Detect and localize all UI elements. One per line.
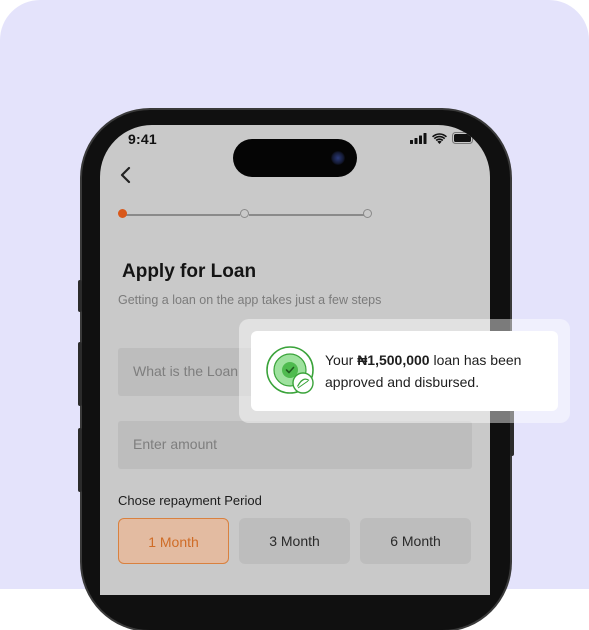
amount-placeholder: Enter amount [133, 436, 218, 452]
page-title: Apply for Loan [122, 261, 257, 282]
success-toast[interactable]: Your ₦1,500,000 loan has been approved a… [251, 331, 558, 411]
amount-field[interactable]: Enter amount [118, 421, 472, 469]
status-icons [410, 132, 476, 144]
page-subtitle: Getting a loan on the app takes just a f… [118, 293, 382, 307]
side-button [78, 280, 82, 312]
volume-down-button [78, 428, 82, 492]
period-option-1-month[interactable]: 1 Month [118, 518, 229, 564]
repayment-label: Chose repayment Period [118, 493, 262, 508]
toast-message: Your ₦1,500,000 loan has been approved a… [325, 349, 547, 393]
period-option-3-month[interactable]: 3 Month [239, 518, 350, 564]
step-dot [363, 209, 372, 218]
toast-amount: ₦1,500,000 [357, 352, 430, 368]
volume-up-button [78, 342, 82, 406]
stepper-line [126, 214, 240, 216]
status-time: 9:41 [128, 131, 157, 147]
progress-stepper [118, 209, 374, 221]
battery-icon [452, 132, 476, 144]
step-dot [240, 209, 249, 218]
toast-prefix: Your [325, 352, 358, 368]
period-option-6-month[interactable]: 6 Month [360, 518, 471, 564]
step-dot-active [118, 209, 127, 218]
loan-purpose-placeholder: What is the Loan [133, 363, 239, 379]
wifi-icon [432, 132, 447, 144]
camera-lens [331, 151, 345, 165]
back-arrow-icon[interactable] [116, 165, 136, 185]
stepper-line [249, 214, 364, 216]
signal-icon [410, 132, 427, 144]
success-badge-icon [266, 346, 314, 394]
dynamic-island [233, 139, 357, 177]
